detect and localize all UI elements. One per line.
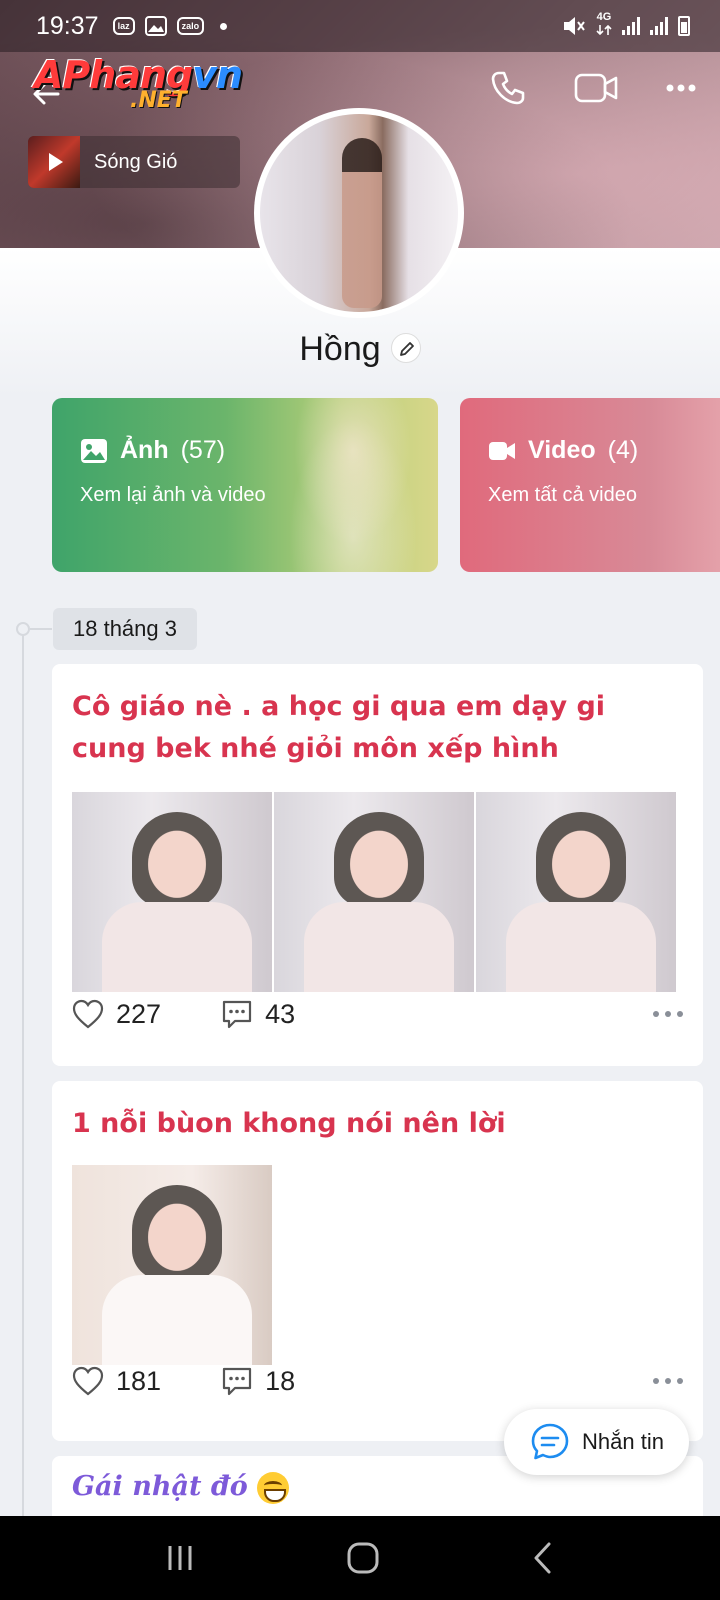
photos-subtitle: Xem lại ảnh và video <box>80 484 266 506</box>
recent-apps-icon[interactable] <box>165 1543 195 1573</box>
heart-icon <box>72 1366 104 1396</box>
heart-icon <box>72 999 104 1029</box>
like-button[interactable]: 227 <box>72 999 161 1030</box>
comment-icon <box>222 1367 252 1396</box>
battery-icon <box>678 16 690 36</box>
status-bar: 19:37 laz zalo 4G <box>0 0 720 52</box>
feed-post[interactable]: 1 nỗi bùon khong nói nên lời 181 18 <box>52 1081 703 1441</box>
signal-sim2-icon <box>650 17 668 35</box>
status-notification-icons: laz zalo <box>112 16 228 36</box>
post-title: 1 nỗi bùon khong nói nên lời <box>72 1108 506 1139</box>
back-icon[interactable] <box>531 1541 555 1575</box>
image-icon <box>81 438 107 463</box>
send-message-label: Nhắn tin <box>582 1429 664 1454</box>
post-photo-grid <box>72 792 676 992</box>
videos-card-header: Video (4) <box>488 436 638 465</box>
home-icon[interactable] <box>346 1541 380 1575</box>
photos-count: (57) <box>180 436 226 464</box>
chat-bubble-icon <box>531 1423 569 1460</box>
timeline-connector <box>30 628 52 630</box>
comment-icon <box>222 1000 252 1029</box>
lazada-notification-icon: laz <box>112 17 135 35</box>
post-more-icon[interactable] <box>653 1011 683 1017</box>
zalo-notification-icon: zalo <box>176 17 205 35</box>
post-photo-grid <box>72 1165 272 1365</box>
music-title: Sóng Gió <box>94 150 178 173</box>
comment-button[interactable]: 43 <box>221 999 295 1030</box>
timeline-date: 18 tháng 3 <box>53 608 197 650</box>
post-more-icon[interactable] <box>653 1378 683 1384</box>
videos-label: Video <box>528 436 596 464</box>
profile-name-text: Hồng <box>299 330 381 368</box>
pencil-icon <box>399 342 414 356</box>
gallery-notification-icon <box>144 16 167 36</box>
avatar-image <box>260 114 458 312</box>
post-photo[interactable] <box>72 792 272 992</box>
mute-icon <box>564 17 585 35</box>
like-count: 227 <box>116 998 162 1029</box>
videos-subtitle: Xem tất cả video <box>488 484 637 506</box>
comment-button[interactable]: 18 <box>221 1366 295 1397</box>
post-actions: 181 18 <box>72 1361 683 1401</box>
play-icon <box>49 153 63 171</box>
grinning-emoji-icon <box>257 1471 290 1504</box>
videos-card[interactable]: Video (4) Xem tất cả video <box>460 398 720 572</box>
like-count: 181 <box>116 1365 162 1396</box>
network-type: 4G <box>596 12 612 40</box>
status-time: 19:37 <box>36 11 99 40</box>
post-actions: 227 43 <box>72 994 683 1034</box>
photos-label: Ảnh <box>120 436 169 464</box>
comment-count: 18 <box>265 1365 296 1396</box>
signal-sim1-icon <box>622 17 640 35</box>
profile-music-chip[interactable]: Sóng Gió <box>28 136 240 188</box>
timeline-line <box>22 628 24 1528</box>
videos-count: (4) <box>607 436 639 464</box>
music-cover-thumbnail <box>28 136 80 188</box>
timeline-dot <box>16 622 30 636</box>
watermark-logo: APhangvn .NET <box>34 53 243 113</box>
profile-name: Hồng <box>0 330 720 369</box>
more-notifications-dot <box>220 22 228 30</box>
video-call-icon[interactable] <box>574 72 618 104</box>
send-message-button[interactable]: Nhắn tin <box>504 1409 689 1475</box>
post-photo[interactable] <box>274 792 474 992</box>
status-system-icons: 4G <box>562 12 690 40</box>
video-icon <box>489 441 515 460</box>
photos-card[interactable]: Ảnh (57) Xem lại ảnh và video <box>52 398 438 572</box>
phone-icon[interactable] <box>490 70 526 106</box>
system-navigation-bar <box>0 1516 720 1600</box>
post-photo[interactable] <box>72 1165 272 1365</box>
avatar[interactable] <box>254 108 464 318</box>
photos-card-header: Ảnh (57) <box>80 436 225 465</box>
comment-count: 43 <box>265 998 296 1029</box>
like-button[interactable]: 181 <box>72 1366 161 1397</box>
post-title: Cô giáo nè . a học gi qua em dạy gi cung… <box>72 691 606 764</box>
feed-post[interactable]: Cô giáo nè . a học gi qua em dạy gi cung… <box>52 664 703 1066</box>
post-photo[interactable] <box>476 792 676 992</box>
more-icon[interactable] <box>666 83 696 93</box>
header-actions <box>490 70 696 106</box>
edit-name-button[interactable] <box>390 333 421 364</box>
